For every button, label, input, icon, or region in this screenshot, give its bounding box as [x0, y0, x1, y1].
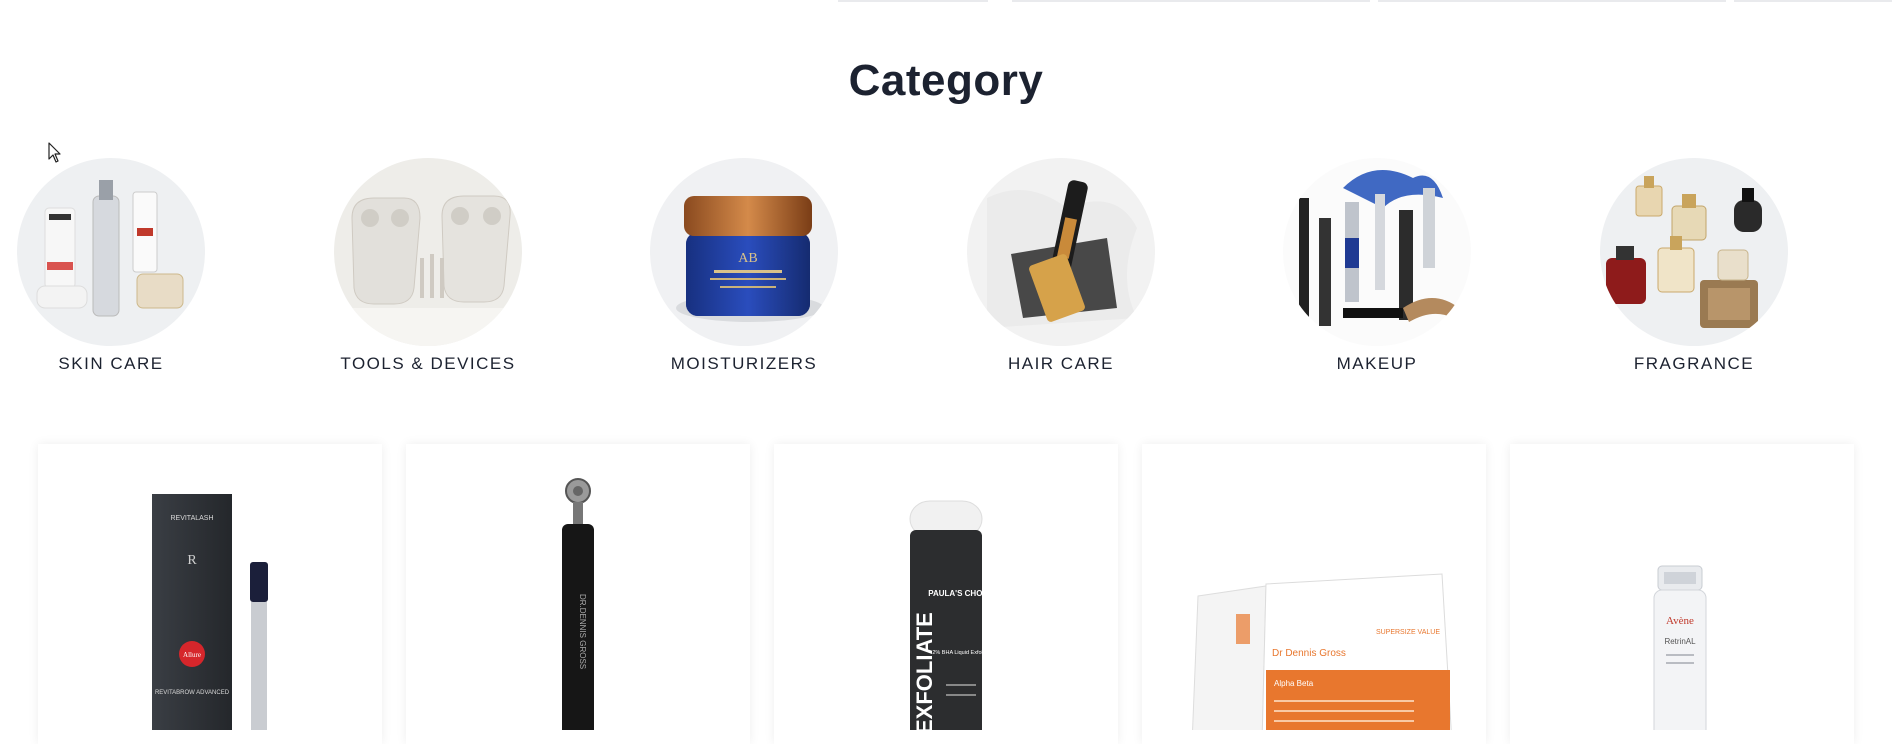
svg-text:DR.DENNIS GROSS: DR.DENNIS GROSS — [578, 594, 587, 669]
top-divider-strip — [0, 0, 1892, 4]
category-label[interactable]: SKIN CARE — [0, 354, 261, 374]
product-grid: REVITALASH R Allure REVITABROW ADVANCED … — [0, 444, 1892, 744]
product-image[interactable]: REVITALASH R Allure REVITABROW ADVANCED — [38, 444, 382, 730]
category-label[interactable]: HAIR CARE — [911, 354, 1211, 374]
category-skin-care[interactable]: SKIN CARE — [0, 158, 261, 378]
hair-care-image[interactable] — [967, 158, 1155, 346]
category-hair-care[interactable]: HAIR CARE — [911, 158, 1211, 378]
makeup-image[interactable] — [1283, 158, 1471, 346]
category-makeup[interactable]: MAKEUP — [1227, 158, 1527, 378]
svg-text:Avène: Avène — [1666, 615, 1694, 627]
product-image[interactable]: Avène RetrinAL — [1510, 444, 1854, 730]
product-card[interactable]: REVITALASH R Allure REVITABROW ADVANCED — [38, 444, 382, 744]
tools-devices-image[interactable] — [334, 158, 522, 346]
product-image[interactable]: Dr Dennis Gross SUPERSIZE VALUE Alpha Be… — [1142, 444, 1486, 730]
category-fragrance[interactable]: FRAGRANCE — [1544, 158, 1844, 378]
svg-text:EXFOLIATE: EXFOLIATE — [912, 612, 937, 730]
category-label[interactable]: MAKEUP — [1227, 354, 1527, 374]
svg-text:REVITALASH: REVITALASH — [170, 515, 213, 522]
category-row: SKIN CARE TOOLS & DEVICES AB MOISTURIZER… — [0, 158, 1892, 378]
category-tools-devices[interactable]: TOOLS & DEVICES — [278, 158, 578, 378]
product-card[interactable]: EXFOLIATE PAULA'S CHOICE 2% BHA Liquid E… — [774, 444, 1118, 744]
product-card[interactable]: DR.DENNIS GROSS — [406, 444, 750, 744]
category-label[interactable]: FRAGRANCE — [1544, 354, 1844, 374]
svg-text:RetrinAL: RetrinAL — [1664, 637, 1696, 646]
mouse-pointer-icon — [48, 142, 61, 163]
product-image[interactable]: DR.DENNIS GROSS — [406, 444, 750, 730]
svg-text:SUPERSIZE VALUE: SUPERSIZE VALUE — [1376, 629, 1440, 636]
svg-text:REVITABROW ADVANCED: REVITABROW ADVANCED — [155, 690, 230, 696]
category-label[interactable]: TOOLS & DEVICES — [278, 354, 578, 374]
svg-text:R: R — [187, 553, 197, 568]
svg-text:Dr Dennis Gross: Dr Dennis Gross — [1272, 648, 1346, 659]
fragrance-image[interactable] — [1600, 158, 1788, 346]
product-image[interactable]: EXFOLIATE PAULA'S CHOICE 2% BHA Liquid E… — [774, 444, 1118, 730]
svg-text:Allure: Allure — [183, 651, 201, 659]
svg-text:PAULA'S CHOICE: PAULA'S CHOICE — [928, 589, 996, 598]
svg-text:2% BHA Liquid Exfoliant: 2% BHA Liquid Exfoliant — [932, 650, 992, 656]
svg-text:Alpha Beta: Alpha Beta — [1274, 679, 1314, 688]
svg-text:AB: AB — [738, 251, 757, 266]
product-card[interactable]: Dr Dennis Gross SUPERSIZE VALUE Alpha Be… — [1142, 444, 1486, 744]
skin-care-image[interactable] — [17, 158, 205, 346]
moisturizers-image[interactable]: AB — [650, 158, 838, 346]
product-card[interactable]: Avène RetrinAL — [1510, 444, 1854, 744]
category-moisturizers[interactable]: AB MOISTURIZERS — [594, 158, 894, 378]
section-title: Category — [848, 56, 1044, 105]
category-label[interactable]: MOISTURIZERS — [594, 354, 894, 374]
